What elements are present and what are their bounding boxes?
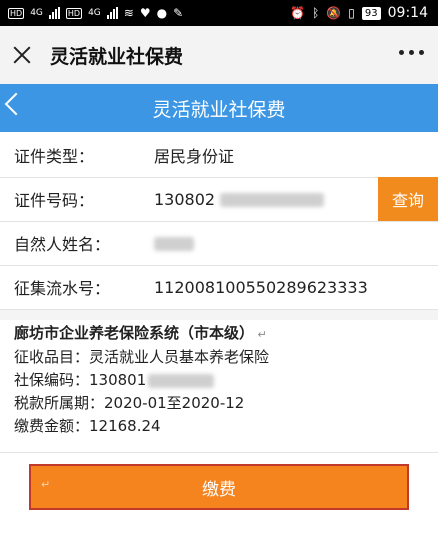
chat-icon: ● [156,6,168,20]
app-header: 灵活就业社保费 [0,26,438,85]
id-number-label: 证件号码： [14,191,95,210]
payment-info: 廊坊市企业养老保险系统（市本级） ↵ 征收品目：灵活就业人员基本养老保险 社保编… [14,322,269,438]
hd-icon-2: HD [65,7,83,19]
clock: 09:14 [387,5,428,21]
id-number-field[interactable]: 130802 [154,189,325,209]
app-title: 灵活就业社保费 [50,45,184,68]
signal-icon [48,7,60,19]
id-number-row: 证件号码： 130802 查询 [0,177,438,222]
id-type-row: 证件类型： 居民身份证 [0,133,438,178]
page-title-bar: 灵活就业社保费 [0,84,438,132]
signal-icon-2 [106,7,118,19]
close-icon[interactable] [10,43,34,67]
app-notification-icon: ✎ [173,6,184,20]
info-item: 征收品目：灵活就业人员基本养老保险 [14,348,270,366]
info-code-text: 社保编码：130801 [14,371,147,389]
info-period: 税款所属期：2020-01至2020-12 [14,394,245,412]
redacted-code [148,373,215,388]
serial-label: 征集流水号： [14,279,111,298]
name-field[interactable] [154,234,194,253]
divider [0,452,438,453]
hd-icon: HD [8,7,25,19]
id-type-label: 证件类型： [14,147,95,166]
id-type-value[interactable]: 居民身份证 [154,143,234,167]
network-type-1: 4G [30,8,43,18]
battery-icon: 93 [361,6,381,20]
wifi-icon: ≋ [123,6,134,20]
serial-value: 112008100550289623333 [154,277,368,297]
mute-icon: 🔕 [326,6,342,20]
name-label: 自然人姓名： [14,235,111,254]
more-options-icon[interactable] [399,50,424,55]
query-button[interactable]: 查询 [378,177,438,221]
pay-button-label: 缴费 [202,479,236,500]
name-row: 自然人姓名： [0,221,438,266]
health-icon: ♥ [139,6,151,20]
status-bar: HD 4G HD 4G ≋ ♥ ● ✎ ⏰ ᛒ 🔕 ▯ 93 09:14 [0,0,438,26]
page-title: 灵活就业社保费 [152,98,286,121]
redacted-id-digits [220,193,325,207]
id-number-value: 130802 [154,189,216,209]
info-code: 社保编码：130801 [14,369,269,392]
vibrate-icon: ▯ [348,6,355,20]
info-title: 廊坊市企业养老保险系统（市本级） [14,324,255,342]
section-gap [0,310,438,320]
network-type-2: 4G [88,8,101,18]
return-mark-icon: ↵ [41,478,51,491]
return-mark: ↵ [254,328,267,341]
back-icon[interactable] [4,92,28,116]
redacted-name [154,237,194,251]
serial-row: 征集流水号： 112008100550289623333 [0,265,438,310]
bluetooth-icon: ᛒ [312,6,320,20]
pay-button[interactable]: ↵ 缴费 [29,464,409,510]
info-amount: 缴费金额：12168.24 [14,417,161,435]
alarm-icon: ⏰ [290,6,306,20]
